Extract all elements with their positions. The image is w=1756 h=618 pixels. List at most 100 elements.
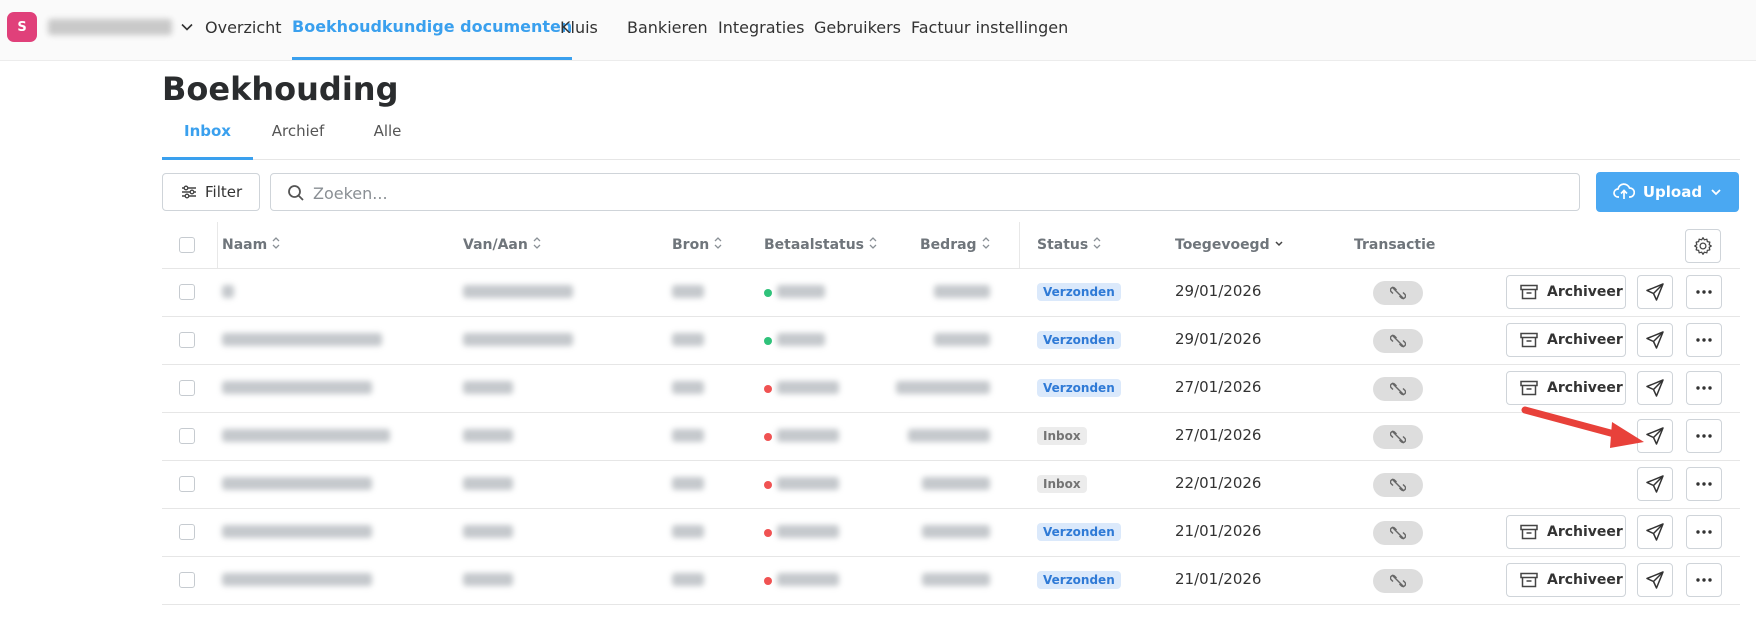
naam-blurred[interactable] <box>222 573 372 586</box>
row-checkbox[interactable] <box>179 332 195 348</box>
select-all-checkbox[interactable] <box>179 237 195 253</box>
van-aan-blurred <box>463 525 513 538</box>
transactie-toggle[interactable] <box>1373 281 1423 305</box>
transactie-toggle[interactable] <box>1373 569 1423 593</box>
archive-label: Archiveer <box>1547 284 1623 300</box>
upload-label: Upload <box>1642 183 1703 201</box>
naam-blurred[interactable] <box>222 285 234 298</box>
column-header-toegevoegd[interactable]: Toegevoegd <box>1175 230 1283 260</box>
search-box[interactable] <box>270 173 1580 211</box>
chevron-down-icon <box>1711 189 1721 196</box>
archive-button[interactable]: Archiveer <box>1506 323 1626 357</box>
bedrag-blurred <box>922 525 990 538</box>
van-aan-blurred <box>463 429 513 442</box>
nav-integraties[interactable]: Integraties <box>718 0 804 60</box>
column-separator <box>1019 222 1020 268</box>
column-header-betaalstatus[interactable]: Betaalstatus <box>764 230 877 260</box>
column-header-status[interactable]: Status <box>1037 230 1101 260</box>
nav-bankieren[interactable]: Bankieren <box>627 0 708 60</box>
transactie-toggle[interactable] <box>1373 521 1423 545</box>
cloud-upload-icon <box>1613 183 1635 199</box>
betaalstatus-blurred <box>777 573 839 586</box>
betaalstatus-dot <box>764 337 772 345</box>
more-actions-button[interactable] <box>1686 419 1722 453</box>
toegevoegd-date: 22/01/2026 <box>1175 474 1262 492</box>
sort-icon <box>714 237 722 249</box>
send-icon <box>1646 379 1664 397</box>
top-navigation: S Overzicht Boekhoudkundige documenten K… <box>0 0 1756 61</box>
bron-blurred <box>672 525 704 538</box>
more-actions-button[interactable] <box>1686 563 1722 597</box>
org-avatar[interactable]: S <box>7 12 37 42</box>
send-icon <box>1646 475 1664 493</box>
transactie-toggle[interactable] <box>1373 473 1423 497</box>
naam-blurred[interactable] <box>222 477 372 490</box>
nav-boekhoudkundige-documenten[interactable]: Boekhoudkundige documenten <box>292 0 573 60</box>
filter-button[interactable]: Filter <box>162 173 260 211</box>
status-badge: Verzonden <box>1037 571 1121 589</box>
nav-gebruikers[interactable]: Gebruikers <box>814 0 901 60</box>
bron-blurred <box>672 573 704 586</box>
annotation-arrow <box>1521 406 1644 448</box>
archive-label: Archiveer <box>1547 524 1623 540</box>
row-checkbox[interactable] <box>179 428 195 444</box>
naam-blurred[interactable] <box>222 525 372 538</box>
send-icon <box>1646 523 1664 541</box>
send-button[interactable] <box>1637 275 1673 309</box>
search-input[interactable] <box>311 180 1515 206</box>
transactie-toggle[interactable] <box>1373 425 1423 449</box>
sort-icon <box>1093 237 1101 249</box>
row-checkbox[interactable] <box>179 476 195 492</box>
tab-archief[interactable]: Archief <box>253 122 343 160</box>
tab-inbox[interactable]: Inbox <box>162 122 253 160</box>
more-actions-button[interactable] <box>1686 371 1722 405</box>
transactie-toggle[interactable] <box>1373 329 1423 353</box>
transactie-toggle[interactable] <box>1373 377 1423 401</box>
tab-alle[interactable]: Alle <box>355 122 420 160</box>
send-button[interactable] <box>1637 323 1673 357</box>
upload-button[interactable]: Upload <box>1596 172 1739 212</box>
row-divider <box>162 268 1740 269</box>
van-aan-blurred <box>463 381 513 394</box>
naam-blurred[interactable] <box>222 381 372 394</box>
status-badge: Verzonden <box>1037 523 1121 541</box>
row-checkbox[interactable] <box>179 284 195 300</box>
more-actions-button[interactable] <box>1686 467 1722 501</box>
more-actions-button[interactable] <box>1686 515 1722 549</box>
unlink-icon <box>1390 286 1406 300</box>
van-aan-blurred <box>463 573 513 586</box>
nav-factuur-instellingen[interactable]: Factuur instellingen <box>911 0 1068 60</box>
more-actions-button[interactable] <box>1686 275 1722 309</box>
archive-icon <box>1520 380 1538 396</box>
column-header-van-aan[interactable]: Van/Aan <box>463 230 541 260</box>
column-header-naam[interactable]: Naam <box>222 230 280 260</box>
chevron-down-icon[interactable] <box>180 20 194 34</box>
send-button[interactable] <box>1637 563 1673 597</box>
send-button[interactable] <box>1637 467 1673 501</box>
archive-icon <box>1520 284 1538 300</box>
row-checkbox[interactable] <box>179 380 195 396</box>
column-header-transactie: Transactie <box>1354 237 1436 253</box>
unlink-icon <box>1390 574 1406 588</box>
send-icon <box>1646 571 1664 589</box>
archive-label: Archiveer <box>1547 332 1623 348</box>
column-header-bron[interactable]: Bron <box>672 230 722 260</box>
archive-button[interactable]: Archiveer <box>1506 515 1626 549</box>
archive-button[interactable]: Archiveer <box>1506 563 1626 597</box>
naam-blurred[interactable] <box>222 333 382 346</box>
row-checkbox[interactable] <box>179 524 195 540</box>
column-separator <box>217 222 218 268</box>
more-actions-button[interactable] <box>1686 323 1722 357</box>
naam-blurred[interactable] <box>222 429 390 442</box>
column-header-bedrag[interactable]: Bedrag <box>920 230 990 260</box>
van-aan-blurred <box>463 477 513 490</box>
column-settings-button[interactable] <box>1685 229 1721 263</box>
archive-button[interactable]: Archiveer <box>1506 275 1626 309</box>
row-divider <box>162 460 1740 461</box>
nav-overzicht[interactable]: Overzicht <box>205 0 282 60</box>
row-checkbox[interactable] <box>179 572 195 588</box>
status-badge: Verzonden <box>1037 331 1121 349</box>
send-button[interactable] <box>1637 515 1673 549</box>
nav-kluis[interactable]: Kluis <box>560 0 598 60</box>
org-name-blurred[interactable] <box>48 19 172 35</box>
